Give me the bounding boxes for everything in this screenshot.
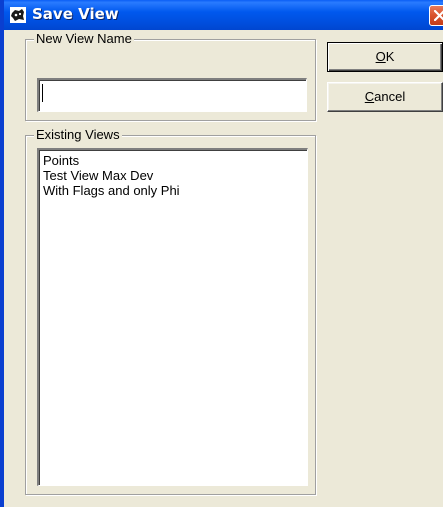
text-caret [42, 84, 43, 102]
close-button[interactable] [429, 5, 443, 26]
title-bar[interactable]: Save View [4, 0, 443, 30]
list-item[interactable]: With Flags and only Phi [43, 183, 303, 198]
new-view-name-group: New View Name [25, 31, 316, 121]
ok-button[interactable]: OK [327, 42, 443, 72]
ok-label-rest: K [385, 49, 395, 64]
cancel-button[interactable]: Cancel [327, 82, 443, 112]
window-title: Save View [32, 5, 119, 23]
list-item[interactable]: Points [43, 153, 303, 168]
close-icon [434, 10, 443, 21]
cancel-label-rest: ancel [374, 89, 406, 104]
existing-views-group: Existing Views Points Test View Max Dev … [25, 127, 316, 495]
list-item[interactable]: Test View Max Dev [43, 168, 303, 183]
new-view-name-label: New View Name [34, 31, 134, 46]
save-view-dialog: Save View New View Name Existing Views P… [0, 0, 443, 507]
existing-views-list[interactable]: Points Test View Max Dev With Flags and … [37, 148, 308, 486]
cancel-accelerator: C [364, 89, 375, 104]
new-view-name-input[interactable] [37, 78, 307, 112]
save-view-app-icon [10, 7, 26, 23]
existing-views-label: Existing Views [34, 127, 122, 142]
ok-accelerator: O [375, 49, 386, 64]
